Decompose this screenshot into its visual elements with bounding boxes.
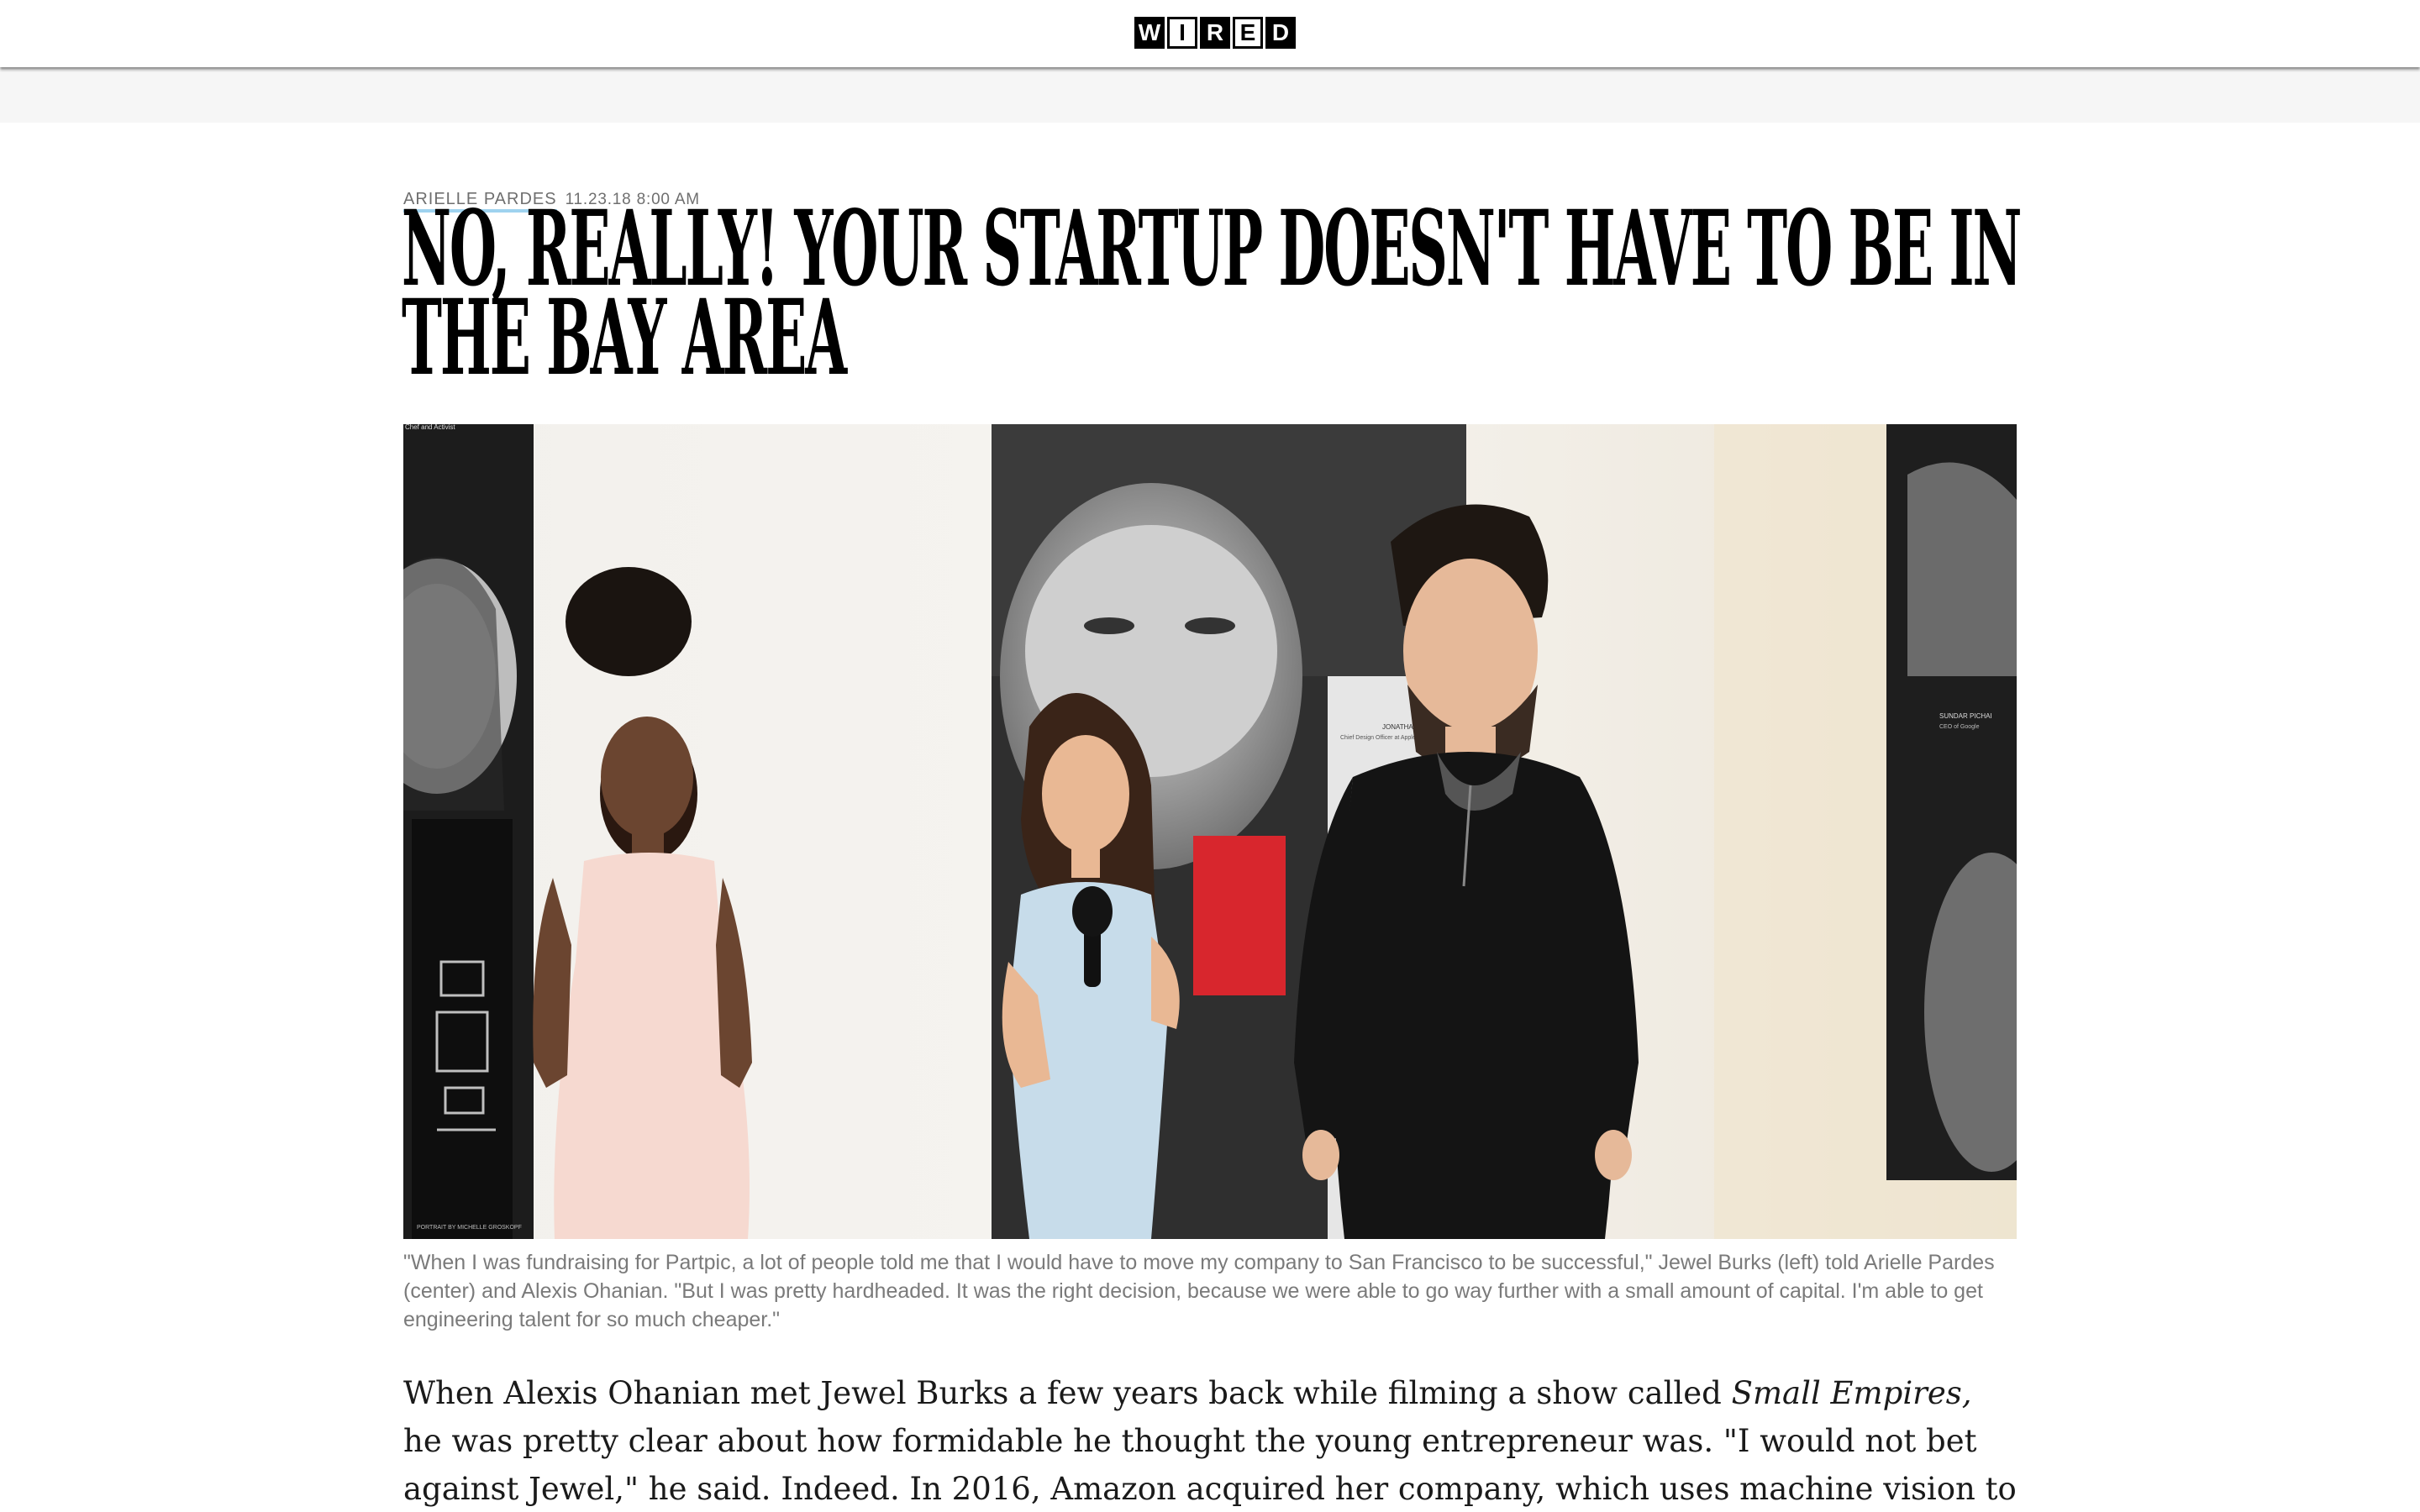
article-body-paragraph: When Alexis Ohanian met Jewel Burks a fe… [403, 1369, 2017, 1512]
poster-title-center: Chief Design Officer at Apple [1340, 735, 1416, 741]
site-header: W I R E D [0, 0, 2420, 67]
body-text-end: he was pretty clear about how formidable… [403, 1423, 2017, 1507]
logo-letter: I [1167, 17, 1197, 49]
logo-letter: D [1265, 17, 1296, 49]
poster-name-right: SUNDAR PICHAI [1939, 712, 1992, 720]
article-headline: NO, REALLY! YOUR STARTUP DOESN'T HAVE TO… [402, 197, 2022, 391]
logo-letter: W [1134, 17, 1165, 49]
logo-letter: R [1200, 17, 1230, 49]
logo-letter: E [1233, 17, 1263, 49]
subnav-band [0, 71, 2420, 123]
body-text-start: When Alexis Ohanian met Jewel Burks a fe… [403, 1375, 1732, 1411]
photo-caption: "When I was fundraising for Partpic, a l… [403, 1251, 1995, 1331]
poster-title-right: CEO of Google [1939, 724, 1980, 730]
hero-photo-illustration: JONATHAN IVE Chief Design Officer at App… [403, 424, 2017, 1239]
show-title-emphasis: Small Empires, [1731, 1375, 1972, 1411]
poster-credit: PORTRAIT BY MICHELLE GROSKOPF [417, 1225, 522, 1231]
poster-title-left: Chef and Activist [405, 424, 455, 431]
headline-line-2: THE BAY AREA [402, 277, 847, 399]
hero-photo: JONATHAN IVE Chief Design Officer at App… [403, 424, 2017, 1239]
wired-logo[interactable]: W I R E D [1134, 17, 1296, 49]
